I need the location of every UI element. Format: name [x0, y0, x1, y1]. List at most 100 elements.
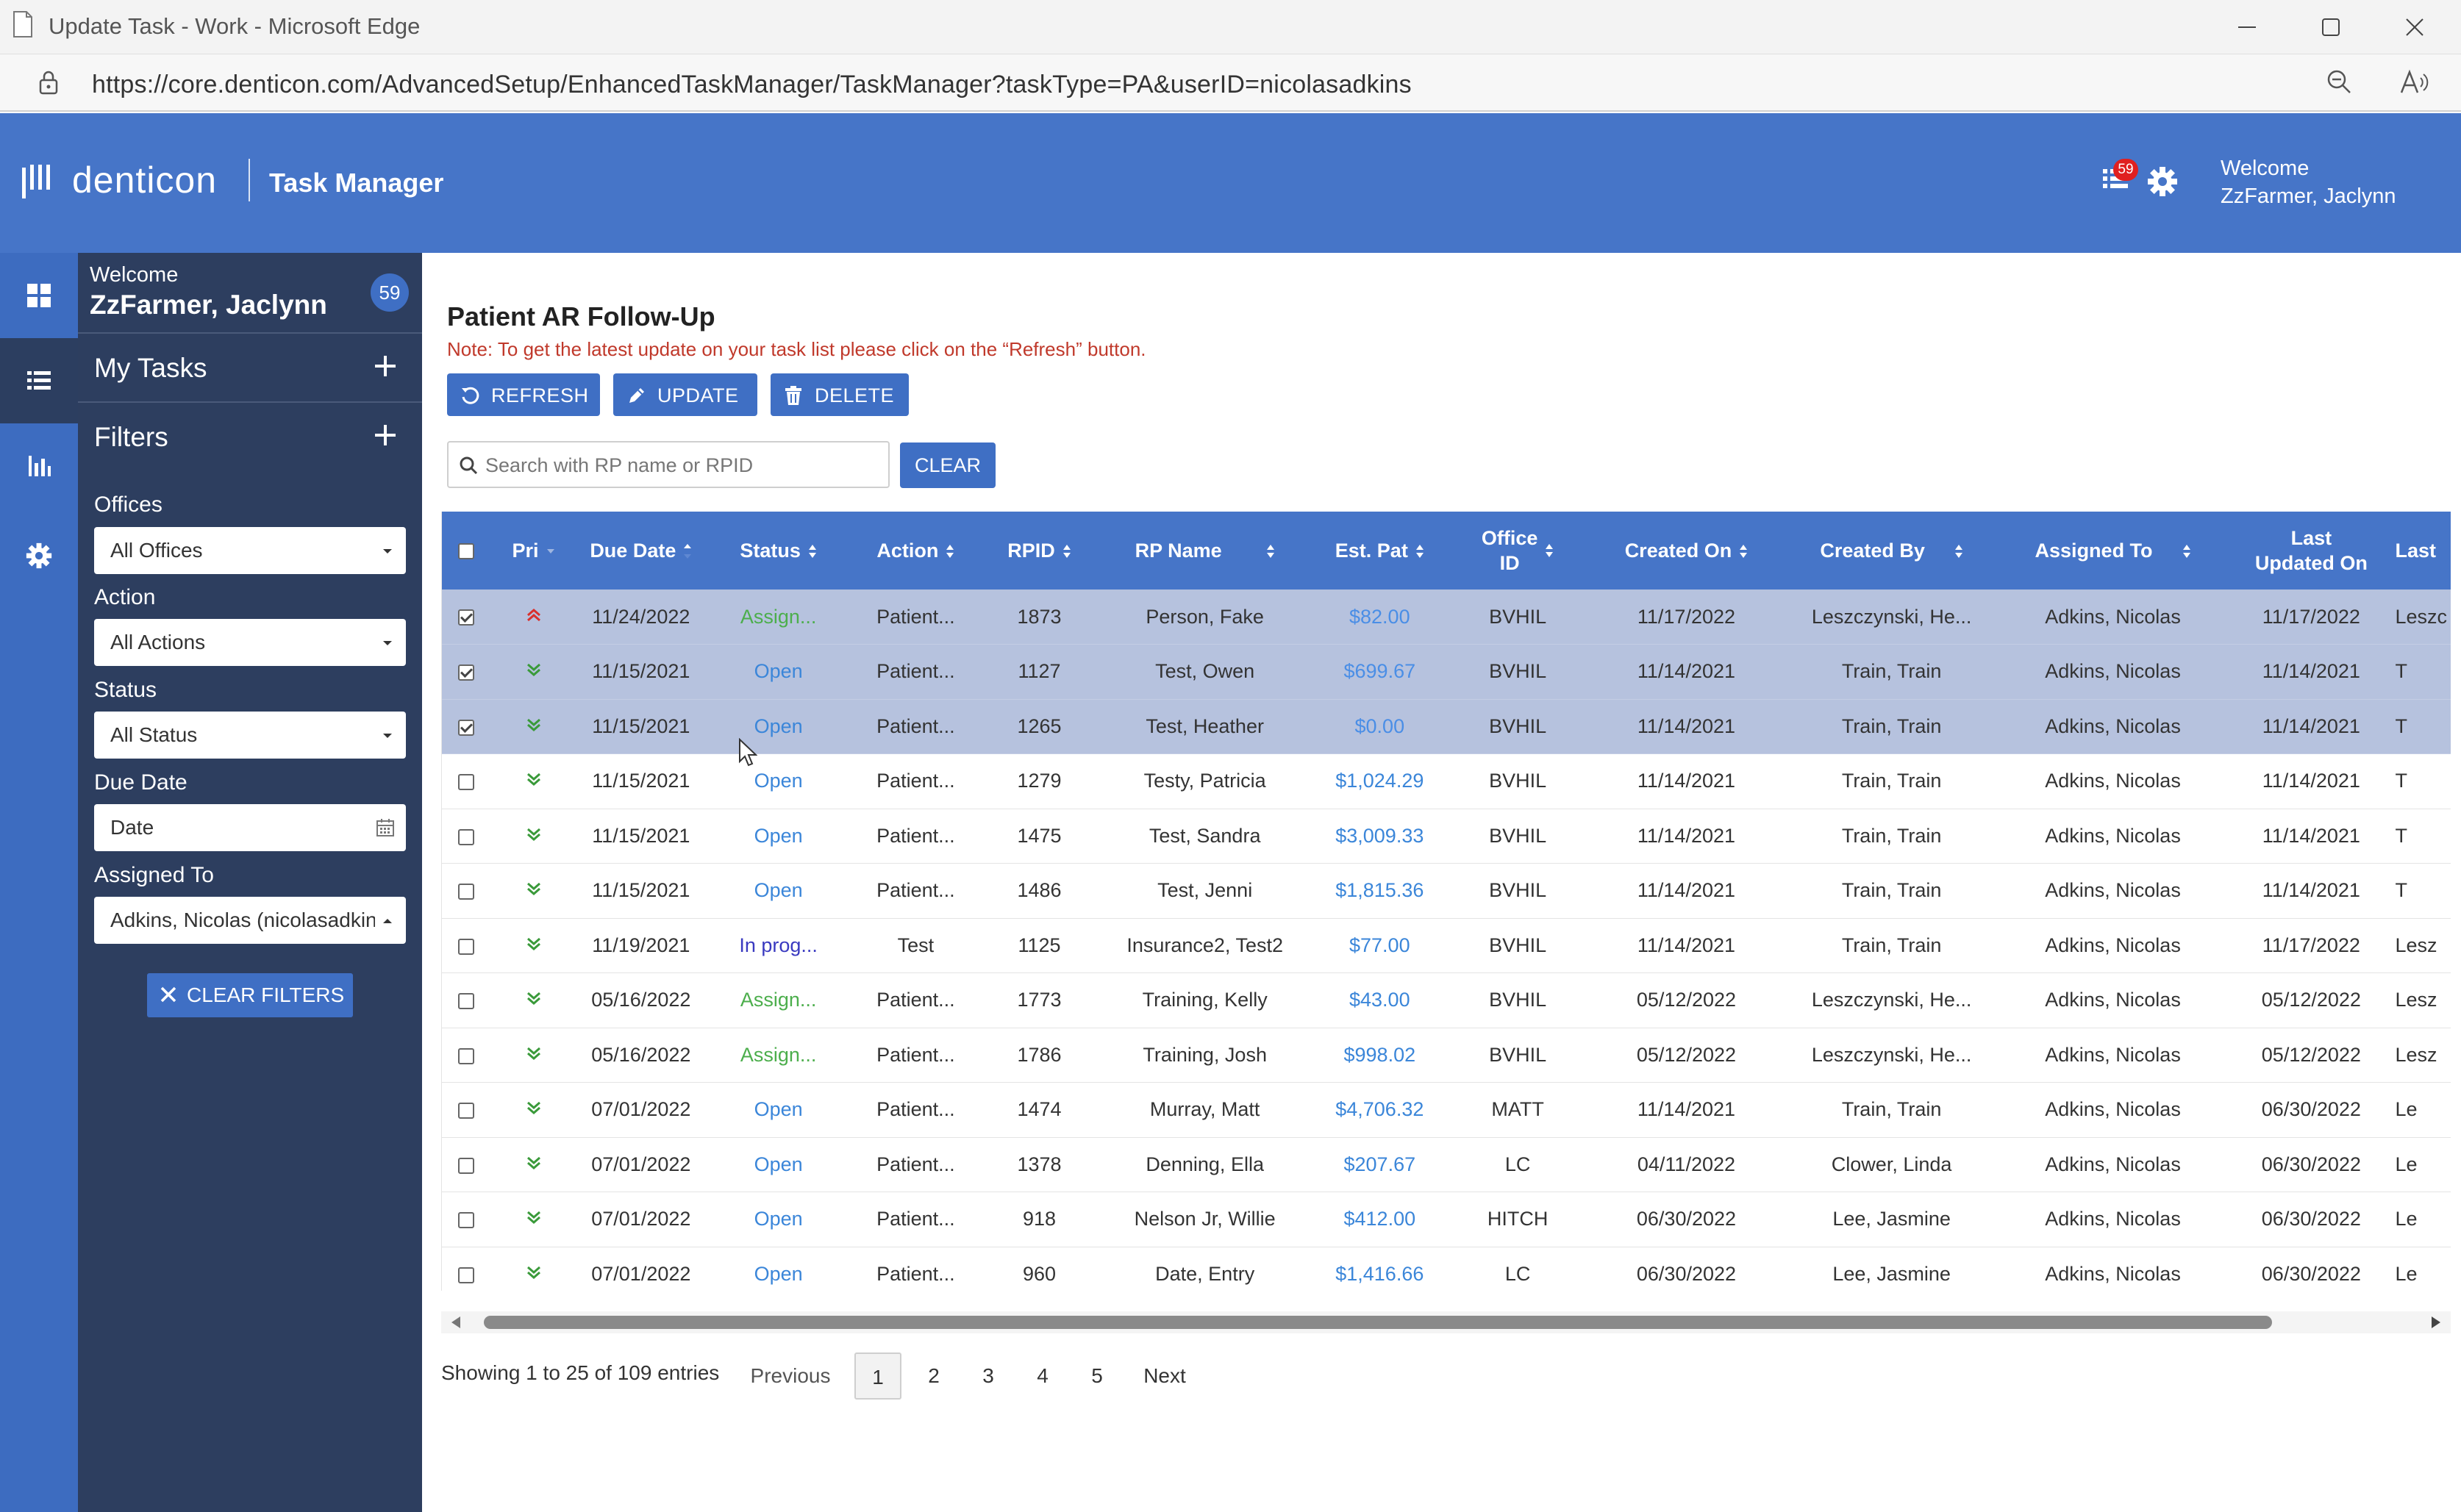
status-cell[interactable]: In prog...: [706, 918, 851, 973]
rail-reports[interactable]: [0, 423, 78, 509]
row-checkbox[interactable]: [458, 828, 475, 845]
row-select-cell[interactable]: [442, 699, 491, 754]
col-header-action[interactable]: Action: [851, 512, 981, 590]
row-select-cell[interactable]: [442, 1082, 491, 1138]
pagination-page-1[interactable]: 1: [854, 1352, 901, 1400]
status-cell[interactable]: Open: [706, 644, 851, 700]
est-pat-link[interactable]: $1,416.66: [1311, 1247, 1448, 1291]
assigned-to-select[interactable]: Adkins, Nicolas (nicolasadkins): [94, 897, 406, 944]
table-row[interactable]: 07/01/2022 Open Patient... 960 Date, Entry $1…: [442, 1247, 2451, 1291]
row-checkbox[interactable]: [458, 609, 475, 626]
table-row[interactable]: 07/01/2022 Open Patient... 1378 Denning, Ell…: [442, 1137, 2451, 1192]
table-row[interactable]: 11/15/2021 Open Patient... 1486 Test, Jenni $…: [442, 863, 2451, 919]
table-row[interactable]: 05/16/2022 Assign... Patient... 1773 Trainin…: [442, 972, 2451, 1028]
row-select-cell[interactable]: [442, 644, 491, 700]
est-pat-link[interactable]: $998.02: [1311, 1028, 1448, 1083]
col-header-est-pat[interactable]: Est. Pat: [1311, 512, 1448, 590]
col-header-status[interactable]: Status: [706, 512, 851, 590]
table-row[interactable]: 11/15/2021 Open Patient... 1475 Test, Sandra…: [442, 809, 2451, 864]
clear-filters-button[interactable]: CLEAR FILTERS: [147, 973, 353, 1017]
pagination-page-3[interactable]: 3: [965, 1352, 1012, 1400]
my-tasks-section[interactable]: My Tasks: [78, 332, 422, 401]
row-checkbox[interactable]: [458, 938, 475, 955]
refresh-button[interactable]: REFRESH: [447, 373, 600, 416]
status-cell[interactable]: Assign...: [706, 972, 851, 1028]
close-window-button[interactable]: [2385, 7, 2444, 47]
table-row[interactable]: 11/24/2022 Assign... Patient... 1873 Person,…: [442, 590, 2451, 645]
col-header-last-updated[interactable]: Last Updated On: [2227, 512, 2396, 590]
scroll-right-icon[interactable]: [2430, 1316, 2442, 1329]
url-text[interactable]: https://core.denticon.com/AdvancedSetup/…: [92, 71, 1412, 99]
horizontal-scrollbar[interactable]: [441, 1311, 2451, 1333]
col-header-created-by[interactable]: Created By: [1785, 512, 1999, 590]
col-header-rpid[interactable]: RPID: [980, 512, 1099, 590]
status-cell[interactable]: Open: [706, 809, 851, 864]
row-checkbox[interactable]: [458, 719, 475, 736]
row-checkbox[interactable]: [458, 774, 475, 791]
row-checkbox[interactable]: [458, 1266, 475, 1283]
est-pat-link[interactable]: $0.00: [1311, 699, 1448, 754]
est-pat-link[interactable]: $77.00: [1311, 918, 1448, 973]
status-cell[interactable]: Open: [706, 1192, 851, 1247]
delete-button[interactable]: DELETE: [771, 373, 909, 416]
col-header-pri[interactable]: Pri: [490, 512, 576, 590]
zoom-out-icon[interactable]: [2325, 68, 2354, 97]
pagination-page-2[interactable]: 2: [910, 1352, 957, 1400]
table-row[interactable]: 11/15/2021 Open Patient... 1127 Test, Owen $6…: [442, 644, 2451, 700]
status-cell[interactable]: Open: [706, 1082, 851, 1138]
row-select-cell[interactable]: [442, 1028, 491, 1083]
col-header-last[interactable]: Last: [2395, 512, 2451, 590]
due-date-input[interactable]: Date: [94, 804, 406, 851]
status-cell[interactable]: Assign...: [706, 1028, 851, 1083]
col-header-rp-name[interactable]: RP Name: [1098, 512, 1312, 590]
plus-icon[interactable]: [372, 353, 399, 379]
maximize-button[interactable]: [2301, 7, 2360, 47]
rail-settings[interactable]: [0, 513, 78, 598]
pagination-previous[interactable]: Previous: [743, 1352, 838, 1400]
row-select-cell[interactable]: [442, 753, 491, 809]
plus-icon[interactable]: [372, 422, 399, 448]
row-select-cell[interactable]: [442, 590, 491, 645]
row-select-cell[interactable]: [442, 918, 491, 973]
search-box[interactable]: [447, 441, 890, 488]
row-checkbox[interactable]: [458, 1047, 475, 1064]
action-select[interactable]: All Actions: [94, 619, 406, 666]
col-header-office-id[interactable]: Office ID: [1447, 512, 1588, 590]
status-select[interactable]: All Status: [94, 712, 406, 759]
est-pat-link[interactable]: $412.00: [1311, 1192, 1448, 1247]
scrollbar-thumb[interactable]: [484, 1316, 2272, 1329]
select-all-checkbox[interactable]: [458, 543, 475, 560]
est-pat-link[interactable]: $3,009.33: [1311, 809, 1448, 864]
row-select-cell[interactable]: [442, 1137, 491, 1192]
minimize-button[interactable]: [2218, 7, 2276, 47]
row-select-cell[interactable]: [442, 1247, 491, 1291]
status-cell[interactable]: Open: [706, 753, 851, 809]
est-pat-link[interactable]: $207.67: [1311, 1137, 1448, 1192]
pagination-page-4[interactable]: 4: [1019, 1352, 1066, 1400]
clear-search-button[interactable]: CLEAR: [900, 443, 996, 488]
est-pat-link[interactable]: $1,024.29: [1311, 753, 1448, 809]
rail-dashboard[interactable]: [0, 253, 78, 338]
row-select-cell[interactable]: [442, 809, 491, 864]
status-cell[interactable]: Open: [706, 1137, 851, 1192]
est-pat-link[interactable]: $82.00: [1311, 590, 1448, 645]
table-row[interactable]: 05/16/2022 Assign... Patient... 1786 Trainin…: [442, 1028, 2451, 1083]
settings-gear-icon[interactable]: [2147, 166, 2178, 197]
pagination-next[interactable]: Next: [1128, 1352, 1201, 1400]
status-cell[interactable]: Open: [706, 699, 851, 754]
table-row[interactable]: 07/01/2022 Open Patient... 918 Nelson Jr, Wi…: [442, 1192, 2451, 1247]
select-all-header[interactable]: [442, 512, 491, 590]
est-pat-link[interactable]: $1,815.36: [1311, 863, 1448, 919]
status-cell[interactable]: Assign...: [706, 590, 851, 645]
status-cell[interactable]: Open: [706, 863, 851, 919]
row-select-cell[interactable]: [442, 863, 491, 919]
update-button[interactable]: UPDATE: [613, 373, 757, 416]
row-checkbox[interactable]: [458, 1157, 475, 1174]
col-header-due-date[interactable]: Due Date: [576, 512, 707, 590]
lock-icon[interactable]: [38, 69, 59, 96]
est-pat-link[interactable]: $43.00: [1311, 972, 1448, 1028]
rail-task-list[interactable]: [0, 338, 78, 423]
calendar-icon[interactable]: [375, 817, 396, 838]
est-pat-link[interactable]: $4,706.32: [1311, 1082, 1448, 1138]
row-checkbox[interactable]: [458, 993, 475, 1010]
